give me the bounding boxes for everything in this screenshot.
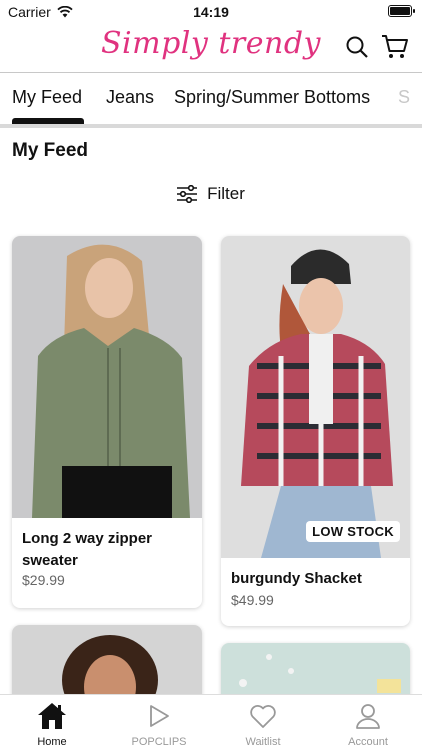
product-image[interactable] <box>221 236 410 558</box>
clock: 14:19 <box>193 4 229 20</box>
product-image[interactable] <box>12 236 202 518</box>
nav-home[interactable]: Home <box>12 701 92 748</box>
stock-badge: LOW STOCK <box>306 521 400 542</box>
play-icon <box>150 705 169 727</box>
home-icon <box>38 703 66 729</box>
product-card[interactable]: Long 2 way zipper sweater $29.99 <box>12 236 202 608</box>
app-header: Simply trendy <box>0 24 422 72</box>
product-name[interactable]: burgundy Shacket <box>231 568 401 590</box>
tab-spring-summer-bottoms[interactable]: Spring/Summer Bottoms <box>174 87 370 108</box>
heart-icon <box>250 704 276 728</box>
filter-button[interactable]: Filter <box>0 180 422 208</box>
filter-icon <box>177 185 198 203</box>
category-tabs: My Feed Jeans Spring/Summer Bottoms S <box>0 74 422 124</box>
nav-waitlist[interactable]: Waitlist <box>223 701 303 748</box>
tab-next[interactable]: S <box>398 87 410 108</box>
nav-popclips[interactable]: POPCLIPS <box>119 701 199 748</box>
product-price: $29.99 <box>22 572 65 588</box>
tabs-underline <box>0 124 422 128</box>
nav-home-label: Home <box>37 736 67 748</box>
filter-label: Filter <box>207 184 245 203</box>
tab-jeans[interactable]: Jeans <box>106 87 154 108</box>
bottom-navigation: Home POPCLIPS Waitlist Account <box>0 694 422 750</box>
product-name[interactable]: Long 2 way zipper sweater <box>22 528 192 572</box>
product-card[interactable]: LOW STOCK burgundy Shacket $49.99 <box>221 236 410 626</box>
search-button[interactable] <box>342 32 372 62</box>
nav-waitlist-label: Waitlist <box>245 736 281 748</box>
status-bar: Carrier 14:19 <box>0 0 422 24</box>
battery-icon <box>388 5 415 17</box>
page-title: My Feed <box>12 140 89 161</box>
account-icon <box>356 704 380 729</box>
nav-account-label: Account <box>348 736 388 748</box>
tab-my-feed[interactable]: My Feed <box>12 87 82 108</box>
cart-icon <box>382 35 408 58</box>
nav-account[interactable]: Account <box>328 701 408 748</box>
cart-button[interactable] <box>380 32 410 62</box>
search-icon <box>346 36 368 58</box>
nav-popclips-label: POPCLIPS <box>131 736 187 748</box>
header-divider <box>0 72 422 73</box>
product-price: $49.99 <box>231 592 274 608</box>
